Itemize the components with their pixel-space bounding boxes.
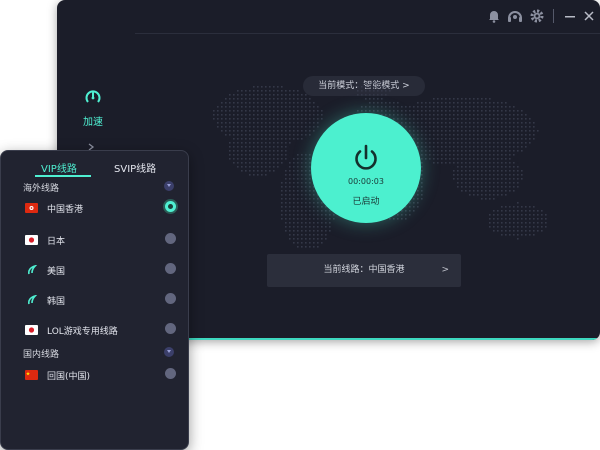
nav-accelerate[interactable]: 加速	[75, 88, 111, 128]
tab-vip[interactable]: VIP线路	[41, 160, 77, 175]
minimize-icon[interactable]	[561, 7, 579, 25]
collapse-domestic-icon[interactable]	[164, 347, 174, 357]
route-name: 美国	[47, 267, 66, 277]
route-item-lol[interactable]: LOL游戏专用线路	[23, 322, 183, 340]
route-item-hongkong[interactable]: 中国香港	[23, 200, 183, 218]
route-icon	[28, 265, 38, 275]
nav-accelerate-label: 加速	[83, 117, 103, 128]
jp-flag-icon	[25, 235, 38, 245]
hk-flag-icon	[25, 203, 38, 213]
route-icon	[28, 295, 38, 305]
gear-icon[interactable]	[528, 7, 546, 25]
power-icon	[355, 144, 377, 170]
bell-icon[interactable]	[485, 7, 503, 25]
headset-icon[interactable]	[506, 7, 524, 25]
route-radio[interactable]	[165, 233, 176, 244]
collapse-overseas-icon[interactable]	[164, 181, 174, 191]
route-radio[interactable]	[165, 323, 176, 334]
route-item-usa[interactable]: 美国	[23, 262, 183, 280]
speed-icon	[85, 90, 101, 103]
route-name: 回国(中国)	[47, 372, 91, 382]
current-route-arrow: >	[441, 265, 449, 275]
header-divider	[135, 33, 600, 34]
connection-status: 已启动	[352, 197, 380, 207]
cn-flag-icon	[25, 370, 38, 380]
route-name: 中国香港	[47, 205, 84, 215]
route-radio[interactable]	[165, 293, 176, 304]
tab-svip[interactable]: SVIP线路	[114, 160, 156, 175]
close-icon[interactable]	[580, 7, 598, 25]
route-radio-selected[interactable]	[165, 201, 176, 212]
route-name: LOL游戏专用线路	[47, 327, 118, 337]
connection-timer: 00:00:03	[348, 177, 384, 186]
route-item-korea[interactable]: 韩国	[23, 292, 183, 310]
jp-flag-icon	[25, 325, 38, 335]
route-name: 日本	[47, 237, 66, 247]
route-radio[interactable]	[165, 263, 176, 274]
route-item-china[interactable]: 回国(中国)	[23, 367, 183, 385]
current-route-bar[interactable]: 当前线路：中国香港 >	[267, 254, 461, 287]
power-button[interactable]: 00:00:03 已启动	[311, 113, 421, 223]
route-radio[interactable]	[165, 368, 176, 379]
route-name: 韩国	[47, 297, 66, 307]
tab-active-indicator	[35, 175, 91, 177]
group-title-overseas: 海外线路	[23, 184, 60, 194]
current-route-label: 当前线路：中国香港	[323, 265, 405, 275]
route-panel: VIP线路 SVIP线路 海外线路 中国香港 日本 美国 韩国 LOL游戏专用线…	[0, 150, 189, 450]
route-item-japan[interactable]: 日本	[23, 232, 183, 250]
group-title-domestic: 国内线路	[23, 350, 60, 360]
